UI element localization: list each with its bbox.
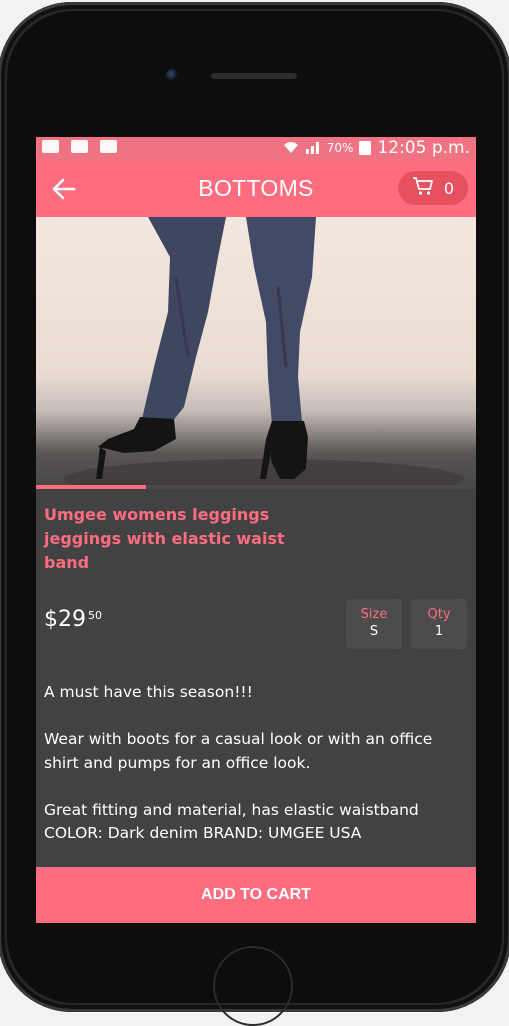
product-description: A must have this season!!! Wear with boo… (44, 681, 468, 857)
home-button[interactable] (213, 946, 293, 1026)
product-name: Umgee womens leggings jeggings with elas… (44, 505, 285, 572)
front-camera (166, 69, 178, 81)
app-bar: BOTTOMS 0 (36, 161, 476, 217)
description-paragraph: Wear with boots for a casual look or wit… (44, 730, 433, 772)
size-value: S (369, 624, 379, 639)
wifi-icon (283, 140, 299, 157)
size-selector[interactable]: Size S (346, 599, 402, 649)
battery-percent: 70% (326, 141, 354, 155)
cart-button[interactable]: 0 (398, 171, 468, 205)
image-icon (100, 140, 117, 153)
notification-icons (42, 140, 117, 153)
price-cents: 50 (88, 609, 102, 622)
app-screen: 70% 12:05 p.m. BOTTOMS 0 Umgee womens le… (36, 137, 476, 923)
mail-icon (42, 140, 59, 153)
size-label: Size (360, 607, 388, 622)
qty-value: 1 (434, 624, 444, 639)
description-paragraph: Great fitting and material, has elastic … (44, 800, 419, 843)
product-image[interactable] (36, 217, 476, 485)
clock: 12:05 p.m. (377, 138, 470, 158)
image-progress-fill (36, 485, 146, 489)
qty-label: Qty (427, 607, 451, 622)
cell-signal-icon (305, 140, 321, 157)
status-bar: 70% 12:05 p.m. (36, 137, 476, 161)
earpiece-speaker (211, 73, 297, 79)
battery-icon (359, 141, 372, 155)
add-to-cart-button[interactable]: ADD TO CART (36, 867, 476, 923)
description-paragraph: A must have this season!!! (44, 683, 253, 701)
product-price: $29 50 (44, 607, 102, 632)
price-main: $29 (44, 607, 86, 632)
qty-selector[interactable]: Qty 1 (411, 599, 467, 649)
cart-count: 0 (443, 178, 455, 198)
status-indicators: 70% 12:05 p.m. (283, 138, 470, 158)
cart-icon (412, 176, 434, 200)
app-notification-icon (71, 140, 88, 153)
image-progress-bar (36, 485, 476, 489)
